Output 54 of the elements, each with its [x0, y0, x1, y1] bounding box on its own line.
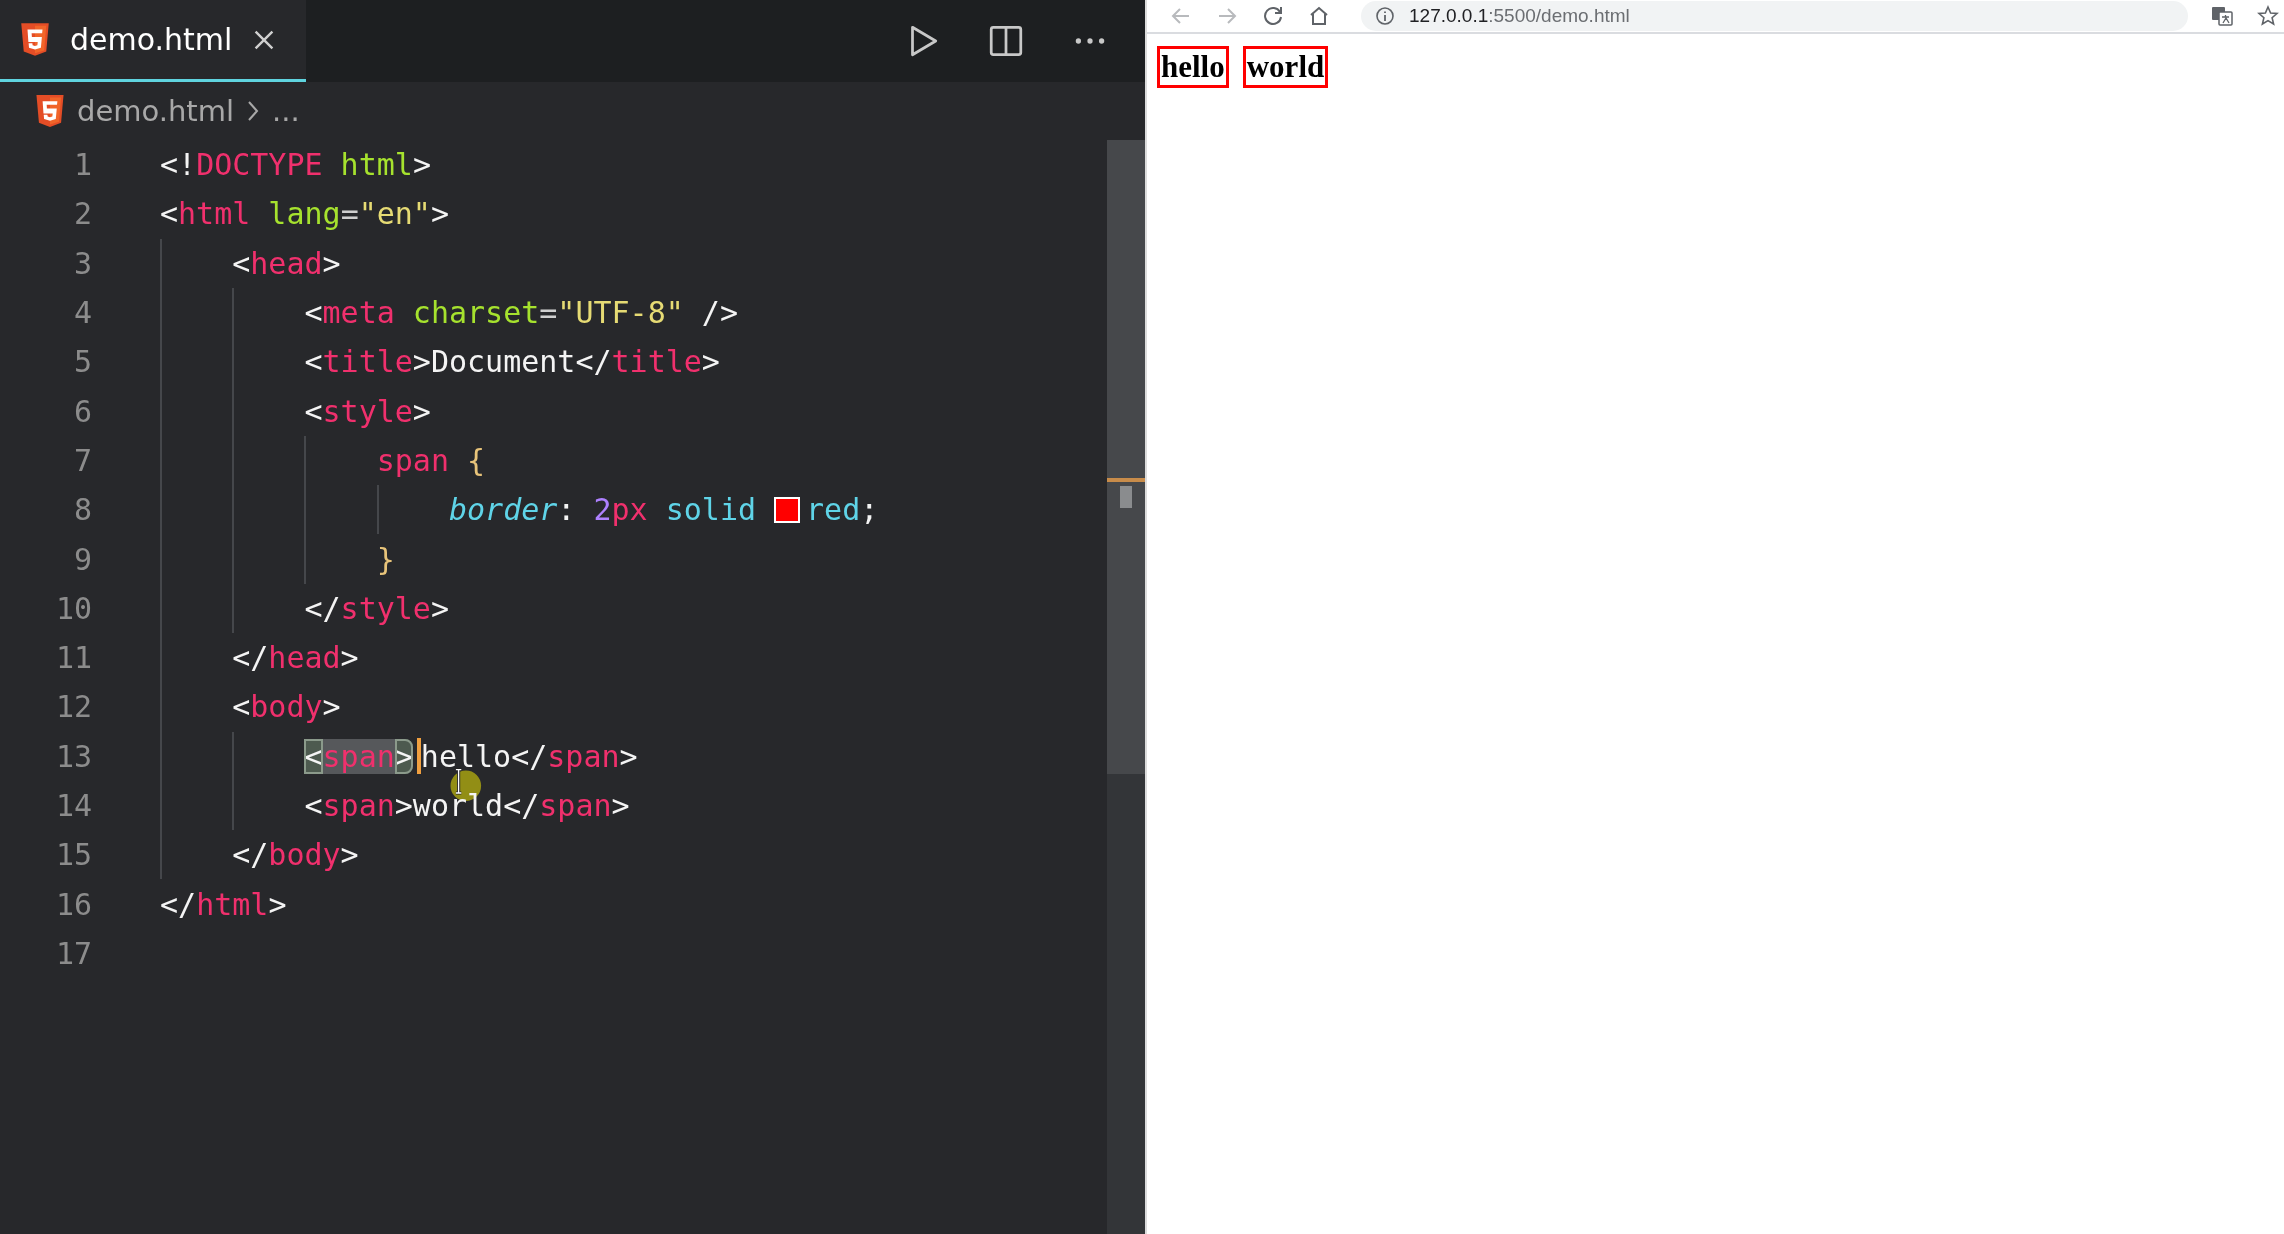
line-number: 8: [72, 492, 92, 528]
code-text: <head>: [232, 245, 341, 281]
line-number: 16: [54, 886, 92, 922]
html5-icon: [20, 23, 50, 56]
code-text: <span>world</span>: [304, 788, 630, 823]
code-text: <!DOCTYPE html>: [160, 147, 431, 183]
color-swatch[interactable]: [774, 496, 800, 523]
reload-icon[interactable]: [1261, 4, 1285, 28]
code-text: <html lang="en">: [160, 196, 449, 232]
code-text: border: 2px solid: [448, 492, 756, 528]
code-text: <body>: [232, 689, 341, 725]
code-text: }: [376, 541, 395, 577]
line-number: 13: [54, 738, 92, 774]
info-icon[interactable]: [1375, 6, 1395, 26]
translate-icon[interactable]: [2210, 4, 2234, 28]
code-text: <style>: [304, 393, 431, 429]
overview-marker: [1107, 478, 1145, 482]
line-number: 17: [54, 935, 92, 971]
bordered-text: world: [1242, 46, 1329, 88]
breadcrumb-item[interactable]: demo.html: [77, 94, 234, 128]
html5-icon: [35, 95, 65, 127]
line-number: 2: [72, 196, 92, 232]
code-text: <title>Document</title>: [304, 344, 720, 380]
breadcrumb-item[interactable]: ...: [272, 94, 300, 128]
code-text: </head>: [232, 640, 359, 676]
code-text: <meta charset="UTF-8" />: [304, 295, 738, 331]
line-number: 15: [54, 837, 92, 873]
address-bar[interactable]: 127.0.0.1:5500/demo.html: [1361, 1, 2188, 31]
tab-label: demo.html: [70, 22, 233, 57]
line-number: 4: [72, 295, 92, 331]
text-caret: [416, 738, 421, 775]
editor-tab[interactable]: demo.html: [0, 0, 306, 82]
code-text: hello</span>: [420, 738, 638, 774]
overview-marker: [1120, 486, 1132, 508]
line-number: 14: [54, 788, 92, 823]
line-number: 10: [54, 590, 92, 626]
scrollbar[interactable]: [1107, 140, 1145, 1234]
scrollbar-thumb[interactable]: [1107, 140, 1145, 774]
code-text: </html>: [160, 886, 287, 922]
line-number: 6: [72, 393, 92, 429]
line-number: 5: [72, 344, 92, 380]
line-number: 12: [54, 689, 92, 725]
url-text: 127.0.0.1:5500/demo.html: [1409, 5, 1630, 27]
line-number: 3: [72, 245, 92, 281]
line-number: 1: [72, 147, 92, 183]
line-number: 7: [72, 442, 92, 478]
line-number: 9: [72, 541, 92, 577]
code-text: </body>: [232, 837, 359, 873]
code-text: red;: [806, 492, 879, 528]
code-text: </style>: [304, 590, 449, 626]
line-number: 11: [54, 640, 92, 676]
star-icon[interactable]: [2256, 4, 2280, 28]
code-text: span {: [376, 442, 486, 478]
bordered-text: hello: [1157, 46, 1229, 88]
